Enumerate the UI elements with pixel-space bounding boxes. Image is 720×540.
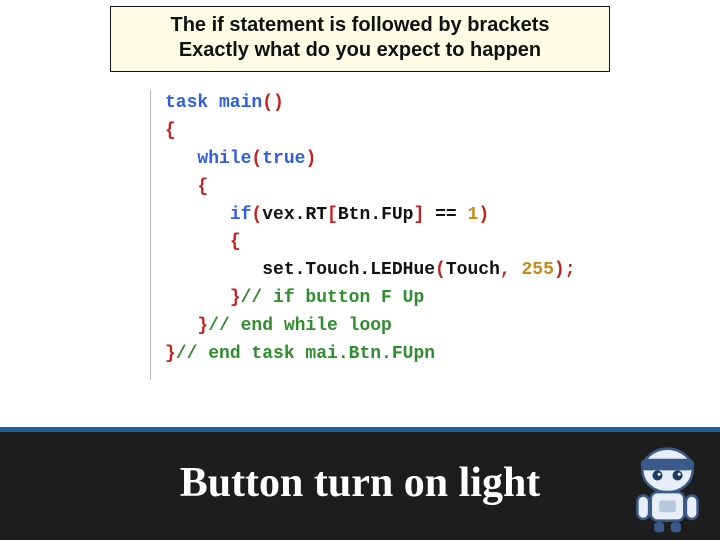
header-line-1: The if statement is followed by brackets bbox=[121, 13, 599, 38]
code-brace-open: { bbox=[197, 177, 208, 197]
code-punct: ) bbox=[478, 205, 489, 225]
code-brace-open: { bbox=[165, 121, 176, 141]
code-bracket: ] bbox=[413, 205, 424, 225]
code-comma: , bbox=[500, 260, 522, 280]
code-number: 1 bbox=[468, 205, 479, 225]
header-line-2: Exactly what do you expect to happen bbox=[121, 38, 599, 63]
code-punct: () bbox=[262, 93, 284, 113]
footer-title: Button turn on light bbox=[0, 459, 720, 507]
code-kw-task-main: task main bbox=[165, 93, 262, 113]
footer-bar: Button turn on light bbox=[0, 427, 720, 540]
code-ident: vex.RT bbox=[262, 205, 327, 225]
code-punct: ( bbox=[435, 260, 446, 280]
code-comment: // if button F Up bbox=[241, 288, 425, 308]
code-brace-open: { bbox=[230, 232, 241, 252]
code-func: set.Touch.LEDHue bbox=[262, 260, 435, 280]
code-brace-close: } bbox=[230, 288, 241, 308]
code-punct: ) bbox=[305, 149, 316, 169]
code-brace-close: } bbox=[165, 344, 176, 364]
code-arg: Touch bbox=[446, 260, 500, 280]
code-sample: task main() { while(true) { if(vex.RT[Bt… bbox=[150, 90, 620, 380]
code-comment: // end task mai.Btn.FUpn bbox=[176, 344, 435, 364]
code-number: 255 bbox=[521, 260, 553, 280]
code-kw-while: while bbox=[197, 149, 251, 169]
code-ident: Btn.FUp bbox=[338, 205, 414, 225]
code-kw-true: true bbox=[262, 149, 305, 169]
code-punct: ( bbox=[251, 205, 262, 225]
header-callout: The if statement is followed by brackets… bbox=[110, 6, 610, 72]
code-op: == bbox=[424, 205, 467, 225]
footer-accent-stripe bbox=[0, 427, 720, 432]
code-comment: // end while loop bbox=[208, 316, 392, 336]
code-kw-if: if bbox=[230, 205, 252, 225]
code-brace-close: } bbox=[197, 316, 208, 336]
code-bracket: [ bbox=[327, 205, 338, 225]
code-punct: ); bbox=[554, 260, 576, 280]
robot-icon bbox=[625, 442, 710, 534]
code-punct: ( bbox=[251, 149, 262, 169]
